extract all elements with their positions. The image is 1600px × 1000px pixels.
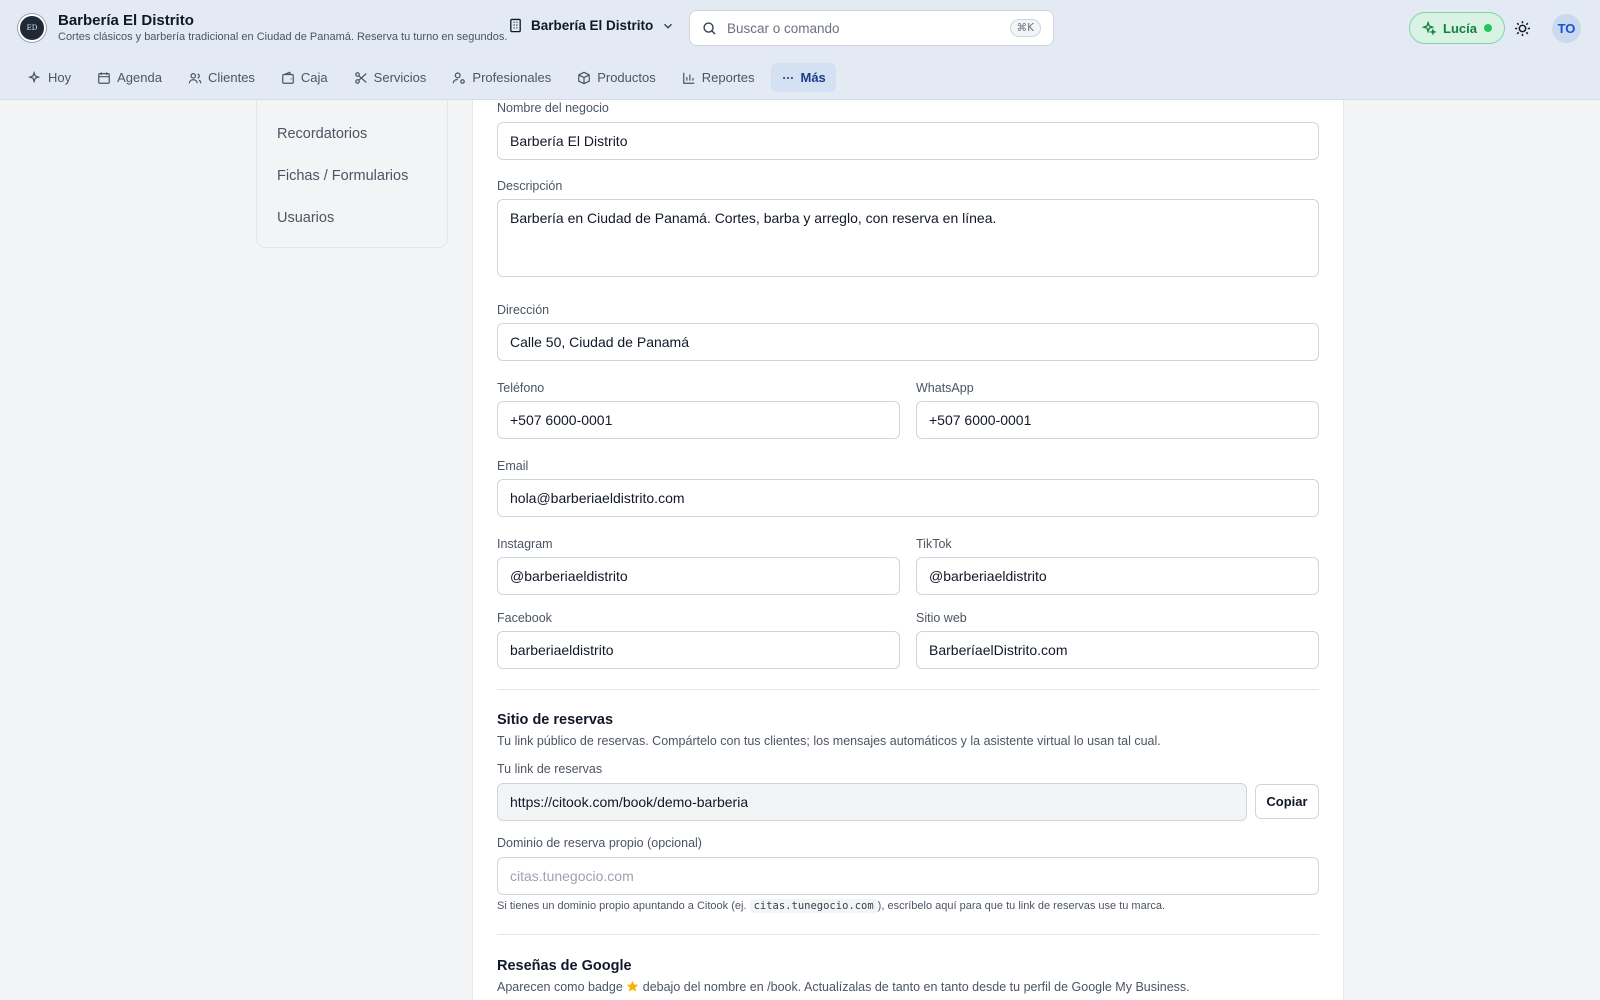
- user-avatar[interactable]: TO: [1552, 14, 1581, 43]
- calendar-icon: [98, 71, 110, 84]
- help-text: Aparecen como badge: [497, 980, 623, 994]
- nav-item-reportes[interactable]: Reportes: [672, 63, 765, 92]
- business-logo: ED: [18, 14, 46, 42]
- email-input[interactable]: hola@barberiaeldistrito.com: [497, 479, 1319, 517]
- brand-tagline: Cortes clásicos y barbería tradicional e…: [58, 31, 508, 43]
- tiktok-label: TikTok: [916, 537, 952, 551]
- whatsapp-label: WhatsApp: [916, 381, 974, 395]
- business-name-label: Nombre del negocio: [497, 101, 609, 115]
- instagram-label: Instagram: [497, 537, 553, 551]
- booking-link-input[interactable]: https://citook.com/book/demo-barberia: [497, 783, 1247, 821]
- google-reviews-title: Reseñas de Google: [497, 958, 632, 974]
- nav-item-mas[interactable]: Más: [770, 63, 836, 92]
- sparkle-icon: [28, 70, 41, 83]
- nav-item-clientes[interactable]: Clientes: [178, 63, 265, 92]
- chevron-down-icon: [664, 23, 673, 29]
- nav-label: Agenda: [117, 70, 162, 85]
- custom-domain-input[interactable]: citas.tunegocio.com: [497, 857, 1319, 895]
- whatsapp-input[interactable]: +507 6000-0001: [916, 401, 1319, 439]
- address-input[interactable]: Calle 50, Ciudad de Panamá: [497, 323, 1319, 361]
- nav-item-agenda[interactable]: Agenda: [87, 63, 172, 92]
- wallet-icon: [282, 70, 294, 84]
- nav-label: Reportes: [701, 70, 755, 85]
- copy-link-button[interactable]: Copiar: [1255, 784, 1319, 819]
- nav-label: Productos: [597, 70, 656, 85]
- website-input[interactable]: BarberíaelDistrito.com: [916, 631, 1319, 669]
- phone-input[interactable]: +507 6000-0001: [497, 401, 900, 439]
- more-horizontal-icon: [782, 76, 793, 79]
- search-shortcut: ⌘K: [1009, 19, 1041, 37]
- scissors-icon: [354, 71, 367, 84]
- booking-section-title: Sitio de reservas: [497, 712, 614, 728]
- nav-label: Servicios: [373, 70, 427, 85]
- online-status-dot: [1483, 24, 1492, 32]
- search-placeholder: Buscar o comando: [727, 20, 840, 36]
- custom-domain-label: Dominio de reserva propio (opcional): [497, 836, 702, 850]
- google-reviews-help: Aparecen como badge debajo del nombre en…: [497, 980, 1190, 994]
- booking-link-label: Tu link de reservas: [497, 762, 603, 776]
- sparkles-icon: [1422, 21, 1436, 35]
- website-label: Sitio web: [916, 611, 967, 625]
- email-label: Email: [497, 459, 529, 473]
- nav-item-productos[interactable]: Productos: [567, 63, 666, 92]
- business-switcher-label: Barbería El Distrito: [531, 18, 654, 33]
- help-text: debajo del nombre en /book. Actualízalas…: [642, 980, 1190, 994]
- sidebar-item-usuarios[interactable]: Usuarios: [277, 210, 334, 226]
- main-nav: Hoy Agenda Clientes Caja Servicios Profe…: [18, 63, 836, 92]
- assistant-label: Lucía: [1443, 20, 1477, 36]
- nav-label: Clientes: [207, 70, 255, 85]
- theme-toggle[interactable]: [1511, 17, 1533, 39]
- nav-label: Hoy: [48, 70, 72, 85]
- business-switcher[interactable]: Barbería El Distrito: [508, 18, 675, 33]
- section-divider: [497, 934, 1319, 935]
- users-icon: [188, 72, 202, 83]
- search-icon: [703, 21, 716, 35]
- sun-icon: [1514, 20, 1530, 36]
- address-label: Dirección: [497, 303, 550, 317]
- brand-name: Barbería El Distrito: [58, 12, 194, 29]
- business-settings-panel: Nombre del negocio Barbería El Distrito …: [472, 100, 1344, 1000]
- note-text: Si tienes un dominio propio apuntando a …: [497, 900, 747, 912]
- nav-label: Profesionales: [472, 70, 552, 85]
- tiktok-input[interactable]: @barberiaeldistrito: [916, 557, 1319, 595]
- booking-section-help: Tu link público de reservas. Compártelo …: [497, 734, 1161, 748]
- note-code: citas.tunegocio.com: [749, 899, 878, 913]
- star-icon: [627, 980, 639, 992]
- nav-label: Caja: [300, 70, 328, 85]
- nav-item-caja[interactable]: Caja: [271, 63, 338, 92]
- settings-sidebar: Recordatorios Fichas / Formularios Usuar…: [256, 100, 448, 248]
- search-bar[interactable]: Buscar o comando ⌘K: [689, 10, 1054, 46]
- sidebar-item-fichas[interactable]: Fichas / Formularios: [277, 168, 408, 184]
- note-text: ), escríbelo aquí para que tu link de re…: [877, 900, 1166, 912]
- nav-item-profesionales[interactable]: Profesionales: [442, 63, 561, 92]
- facebook-label: Facebook: [497, 611, 552, 625]
- business-name-input[interactable]: Barbería El Distrito: [497, 122, 1319, 160]
- facebook-input[interactable]: barberiaeldistrito: [497, 631, 900, 669]
- package-icon: [578, 71, 591, 84]
- description-textarea[interactable]: Barbería en Ciudad de Panamá. Cortes, ba…: [497, 199, 1319, 277]
- nav-label: Más: [800, 70, 826, 85]
- building-icon: [510, 18, 521, 33]
- section-divider: [497, 689, 1319, 690]
- custom-domain-note: Si tienes un dominio propio apuntando a …: [497, 899, 1166, 913]
- bar-chart-icon: [682, 72, 694, 84]
- user-cog-icon: [453, 71, 466, 84]
- assistant-button[interactable]: Lucía: [1409, 12, 1505, 44]
- sidebar-item-recordatorios[interactable]: Recordatorios: [277, 126, 367, 142]
- nav-item-hoy[interactable]: Hoy: [18, 63, 81, 92]
- brand[interactable]: ED Barbería El Distrito Cortes clásicos …: [18, 12, 507, 44]
- phone-label: Teléfono: [497, 381, 545, 395]
- description-label: Descripción: [497, 179, 563, 193]
- instagram-input[interactable]: @barberiaeldistrito: [497, 557, 900, 595]
- top-header: ED Barbería El Distrito Cortes clásicos …: [0, 0, 1600, 100]
- nav-item-servicios[interactable]: Servicios: [344, 63, 437, 92]
